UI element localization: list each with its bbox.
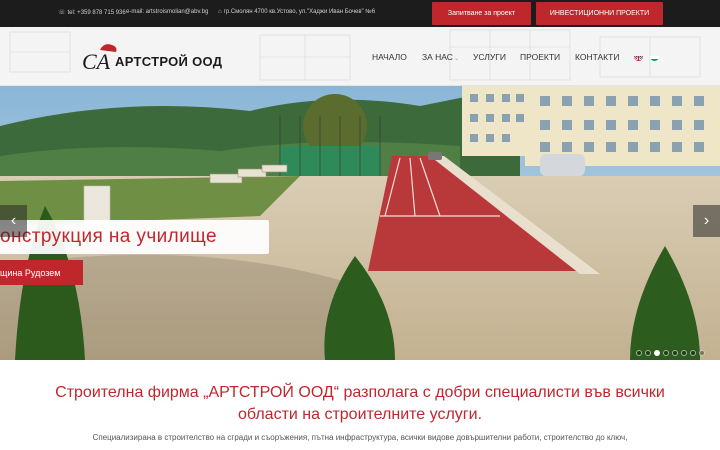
slide-caption-subtitle: щина Рудозем (0, 260, 83, 285)
slider-dot[interactable] (654, 350, 660, 356)
nav-services[interactable]: УСЛУГИ (473, 52, 506, 62)
slider-next-button[interactable]: › (693, 205, 720, 237)
slide-caption-title: онструкция на училище (0, 220, 269, 254)
investment-projects-button[interactable]: ИНВЕСТИЦИОННИ ПРОЕКТИ (536, 2, 663, 25)
slider-prev-button[interactable]: ‹ (0, 205, 27, 237)
logo-text[interactable]: АРТСТРОЙ ООД (115, 54, 222, 69)
chevron-down-icon: ⌄ (453, 56, 459, 62)
page-headline: Строителна фирма „АРТСТРОЙ ООД“ разполаг… (55, 384, 665, 423)
top-bar: ☏ tel: +359 878 715 936 e-mail: artstroi… (0, 0, 720, 27)
slider-pagination (636, 350, 705, 356)
hero-slider[interactable]: онструкция на училище щина Рудозем (0, 86, 720, 360)
chevron-left-icon: ‹ (10, 212, 17, 229)
slider-dot[interactable] (699, 350, 705, 356)
slider-dot[interactable] (690, 350, 696, 356)
request-project-button[interactable]: Запитване за проект (432, 2, 531, 25)
slider-dot[interactable] (645, 350, 651, 356)
nav-projects[interactable]: ПРОЕКТИ (520, 52, 560, 62)
address-contact: ⌂ гр.Смолян 4700 кв.Устово, ул."Хаджи Ив… (218, 9, 375, 15)
email-text[interactable]: e-mail: artstroismolian@abv.bg (126, 9, 208, 15)
slider-dot[interactable] (663, 350, 669, 356)
location-icon: ⌂ (218, 9, 222, 15)
slider-dot[interactable] (681, 350, 687, 356)
address-text: гр.Смолян 4700 кв.Устово, ул."Хаджи Иван… (223, 9, 376, 15)
flag-en-icon[interactable] (634, 52, 643, 61)
intro-paragraph: Специализирана в строителство на сгради … (92, 433, 628, 442)
chevron-right-icon: › (703, 212, 710, 229)
logo-monogram: CA (82, 49, 111, 74)
phone-contact: ☏ tel: +359 878 715 936 (58, 9, 126, 17)
phone-icon: ☏ (58, 10, 66, 16)
site-header: CA АРТСТРОЙ ООД НАЧАЛО ЗА НАС⌄ УСЛУГИ ПР… (0, 27, 720, 86)
phone-text: tel: +359 878 715 936 (67, 9, 126, 16)
nav-about-label: ЗА НАС (422, 52, 453, 62)
email-contact[interactable]: e-mail: artstroismolian@abv.bg (126, 9, 208, 15)
flag-bg-icon[interactable] (650, 52, 659, 61)
nav-home[interactable]: НАЧАЛО (372, 52, 407, 62)
slider-dot[interactable] (636, 350, 642, 356)
nav-about[interactable]: ЗА НАС⌄ (422, 52, 459, 62)
nav-contacts[interactable]: КОНТАКТИ (575, 52, 619, 62)
slider-dot[interactable] (672, 350, 678, 356)
